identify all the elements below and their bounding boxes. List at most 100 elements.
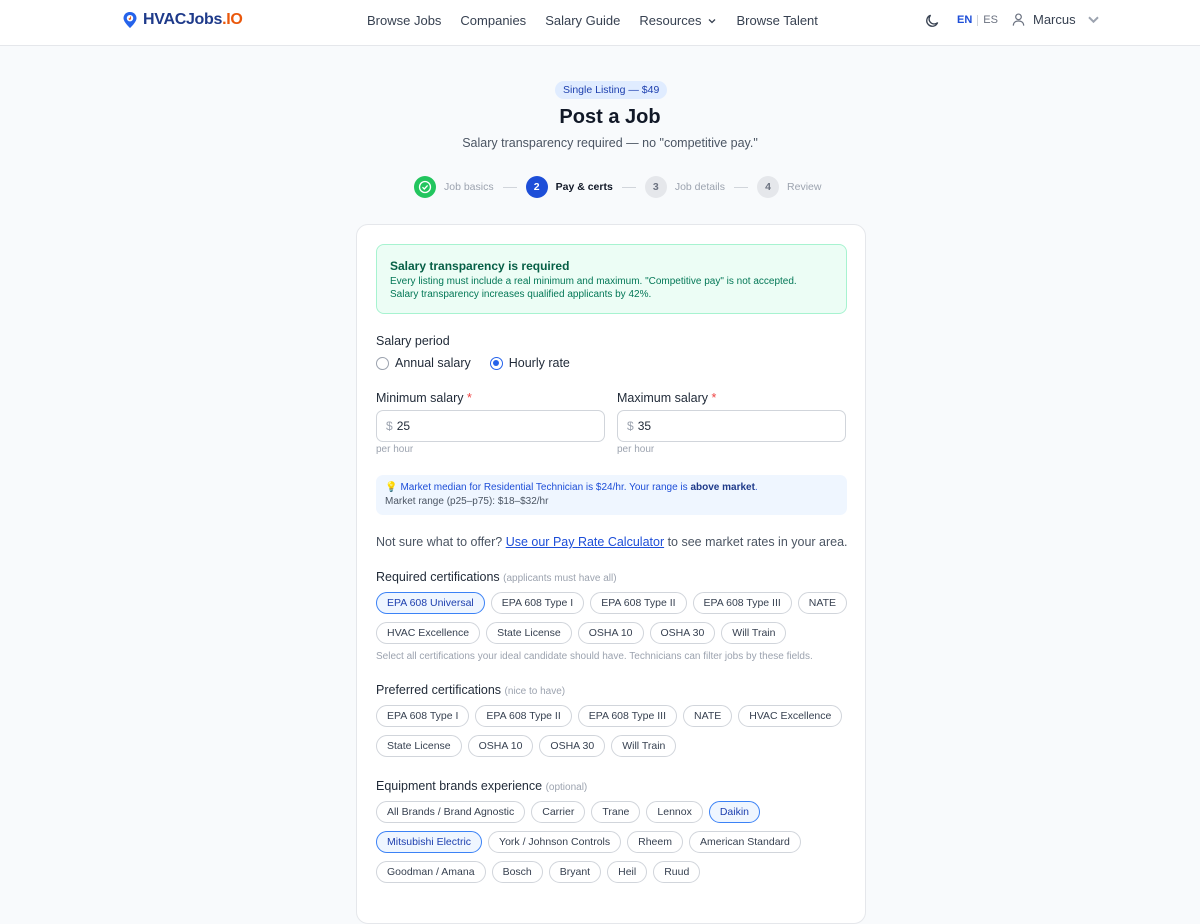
radio-annual-salary[interactable]: Annual salary — [376, 356, 471, 370]
min-salary-input[interactable]: $ 25 — [376, 410, 605, 442]
chip-will-train[interactable]: Will Train — [611, 735, 677, 757]
alert-line: Salary transparency increases qualified … — [390, 289, 652, 300]
chip-lennox[interactable]: Lennox — [646, 801, 703, 823]
chip-epa-608-type-iii[interactable]: EPA 608 Type III — [577, 705, 678, 727]
chip-epa-608-type-ii[interactable]: EPA 608 Type II — [590, 592, 687, 614]
chip-osha-10[interactable]: OSHA 10 — [467, 735, 534, 757]
chip-mitsubishi-electric[interactable]: Mitsubishi Electric — [376, 831, 483, 853]
step-review[interactable]: 4 Review — [757, 176, 821, 198]
chip-epa-608-type-ii[interactable]: EPA 608 Type II — [475, 705, 572, 727]
site-logo[interactable]: HVACJobs.IO — [122, 11, 243, 29]
max-salary-value: 35 — [637, 419, 652, 433]
step-pay-certs[interactable]: 2 Pay & certs — [525, 176, 613, 198]
currency-symbol: $ — [386, 419, 393, 433]
moon-icon[interactable] — [925, 13, 940, 28]
user-menu[interactable]: Marcus — [1011, 12, 1101, 27]
chevron-down-icon — [1087, 16, 1099, 24]
chip-daikin[interactable]: Daikin — [708, 801, 761, 823]
chip-carrier[interactable]: Carrier — [531, 801, 586, 823]
brands-title: Equipment brands experience (optional) — [376, 779, 587, 793]
alert-title: Salary transparency is required — [390, 259, 570, 273]
radio-label: Hourly rate — [508, 356, 570, 370]
main-nav-links: Browse Jobs Companies Salary Guide Resou… — [367, 13, 818, 28]
nav-resources[interactable]: Resources — [639, 13, 717, 28]
chip-hvac-excellence[interactable]: HVAC Excellence — [376, 622, 481, 644]
min-salary-value: 25 — [396, 419, 411, 433]
max-salary-label: Maximum salary * — [617, 391, 716, 405]
step-job-basics[interactable]: Job basics — [414, 176, 494, 198]
chip-nate[interactable]: NATE — [683, 705, 733, 727]
step-number: 3 — [644, 176, 667, 198]
section-title-text: Preferred certifications — [376, 683, 502, 697]
section-title-text: Equipment brands experience — [376, 779, 543, 793]
chip-heil[interactable]: Heil — [607, 861, 648, 883]
nav-companies[interactable]: Companies — [460, 13, 526, 28]
nav-browse-jobs[interactable]: Browse Jobs — [367, 13, 441, 28]
chip-ruud[interactable]: Ruud — [653, 861, 701, 883]
chip-hvac-excellence[interactable]: HVAC Excellence — [738, 705, 843, 727]
map-pin-logo-icon — [123, 12, 137, 28]
chip-osha-30[interactable]: OSHA 30 — [539, 735, 606, 757]
chip-osha-30[interactable]: OSHA 30 — [649, 622, 716, 644]
radio-button[interactable] — [376, 356, 389, 370]
chip-osha-10[interactable]: OSHA 10 — [577, 622, 644, 644]
chip-will-train[interactable]: Will Train — [721, 622, 787, 644]
user-icon — [1012, 13, 1025, 26]
market-comparison: above market — [690, 482, 755, 493]
chevron-down-icon — [709, 18, 716, 23]
chip-epa-608-type-iii[interactable]: EPA 608 Type III — [692, 592, 792, 614]
step-connector — [502, 186, 517, 188]
salary-period-label: Salary period — [376, 334, 450, 348]
chip-state-license[interactable]: State License — [376, 735, 462, 757]
pay-rate-calculator-link[interactable]: Use our Pay Rate Calculator — [506, 535, 664, 549]
chip-american-standard[interactable]: American Standard — [688, 831, 801, 853]
step-number: 4 — [757, 176, 780, 198]
check-circle-icon — [418, 180, 432, 194]
chip-york-johnson-controls[interactable]: York / Johnson Controls — [488, 831, 622, 853]
alert-line: Every listing must include a real minimu… — [390, 276, 797, 287]
job-form-card: Salary transparency is required Every li… — [356, 224, 866, 924]
chip-nate[interactable]: NATE — [797, 592, 848, 614]
step-job-details[interactable]: 3 Job details — [644, 176, 726, 198]
field-label-text: Maximum salary — [617, 391, 708, 405]
step-label: Job basics — [444, 181, 494, 193]
field-label-text: Minimum salary — [376, 391, 464, 405]
market-median-text: Market median for Residential Technician… — [400, 482, 691, 493]
section-note: (applicants must have all) — [503, 573, 617, 584]
calc-prefix: Not sure what to offer? — [376, 535, 506, 549]
required-asterisk: * — [711, 391, 717, 405]
nav-salary-guide[interactable]: Salary Guide — [545, 13, 620, 28]
nav-browse-talent[interactable]: Browse Talent — [736, 13, 817, 28]
lang-es-option[interactable]: ES — [983, 14, 998, 26]
chip-epa-608-type-i[interactable]: EPA 608 Type I — [490, 592, 585, 614]
max-salary-unit-hint: per hour — [617, 444, 655, 455]
preferred-certs-title: Preferred certifications (nice to have) — [376, 683, 565, 697]
chip-epa-608-type-i[interactable]: EPA 608 Type I — [376, 705, 470, 727]
logo-text: HVACJobs.IO — [143, 11, 243, 29]
radio-button-selected[interactable] — [489, 356, 503, 370]
pricing-badge: Single Listing — $49 — [555, 81, 668, 99]
chip-state-license[interactable]: State License — [486, 622, 572, 644]
max-salary-input[interactable]: $ 35 — [617, 410, 846, 442]
radio-hourly-rate[interactable]: Hourly rate — [489, 356, 570, 370]
chip-bosch[interactable]: Bosch — [491, 861, 543, 883]
chip-all-brands-brand-agnostic[interactable]: All Brands / Brand Agnostic — [376, 801, 526, 823]
section-note: (optional) — [545, 782, 588, 793]
lightbulb-icon: 💡 — [385, 482, 398, 493]
page-subtitle: Salary transparency required — no "compe… — [462, 136, 758, 150]
page-title: Post a Job — [559, 106, 661, 128]
user-name: Marcus — [1033, 12, 1076, 27]
chip-goodman-amana[interactable]: Goodman / Amana — [376, 861, 486, 883]
step-connector — [734, 186, 749, 188]
required-asterisk: * — [467, 391, 472, 405]
language-switcher: EN ES — [957, 14, 998, 26]
step-label: Job details — [674, 181, 726, 193]
chip-trane[interactable]: Trane — [591, 801, 641, 823]
chip-rheem[interactable]: Rheem — [627, 831, 683, 853]
lang-en-option[interactable]: EN — [957, 14, 972, 26]
min-salary-label: Minimum salary * — [376, 391, 472, 405]
alert-body: Every listing must include a real minimu… — [390, 275, 833, 301]
chip-epa-608-universal[interactable]: EPA 608 Universal — [376, 592, 485, 614]
chip-bryant[interactable]: Bryant — [548, 861, 602, 883]
lang-divider — [977, 14, 979, 26]
